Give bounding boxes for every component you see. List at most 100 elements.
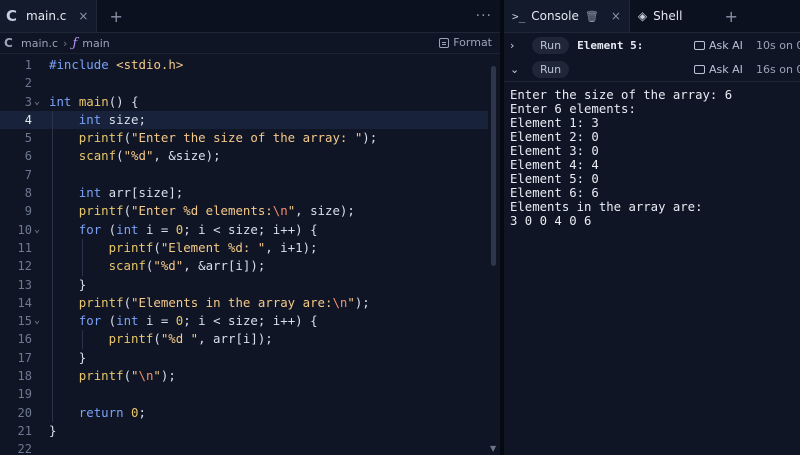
code-token: () {	[108, 93, 139, 109]
output-line: Element 4: 4	[510, 158, 599, 172]
code-line[interactable]: 11 printf("Element %d: ", i+1);	[0, 238, 488, 258]
breadcrumb-function[interactable]: main	[82, 37, 109, 50]
code-line[interactable]: 1 #include <stdio.h>	[0, 56, 488, 74]
breadcrumb-file[interactable]: main.c	[21, 37, 58, 50]
indent-guide	[52, 367, 53, 386]
scrollbar-thumb[interactable]	[491, 66, 496, 266]
tab-shell[interactable]: ◈ Shell	[630, 0, 691, 32]
add-tab-button[interactable]: +	[109, 7, 122, 26]
close-icon[interactable]: ×	[611, 9, 621, 23]
line-number: 18	[17, 369, 32, 384]
close-icon[interactable]: ×	[78, 9, 88, 23]
code-token: int	[49, 93, 79, 109]
code-token: int	[78, 185, 109, 201]
editor-scrollbar[interactable]: ▼	[488, 56, 500, 455]
code-token: "	[347, 294, 355, 310]
code-editor[interactable]: 1 #include <stdio.h> 2 3 ⌄ int main() {4 int s…	[0, 56, 488, 455]
breadcrumb-separator: ›	[63, 36, 68, 50]
indent-guide	[81, 330, 83, 349]
code-token: "Enter %d elements:	[131, 203, 273, 219]
fold-chevron-icon[interactable]: ⌄	[34, 93, 40, 111]
code-line[interactable]: 2	[0, 74, 488, 92]
code-token: int	[78, 111, 109, 127]
code-line[interactable]: 14 printf("Elements in the array are:\n")…	[0, 293, 488, 313]
code-token: printf	[78, 368, 124, 384]
code-line[interactable]: 20 return 0;	[0, 403, 488, 422]
code-line[interactable]: 17}	[0, 348, 488, 368]
code-line[interactable]: 15 ⌄ for (int i = 0; i < size; i++) {	[0, 312, 488, 331]
indent-guide	[52, 293, 53, 313]
format-button[interactable]: Format	[439, 36, 492, 49]
run-badge[interactable]: Run	[532, 60, 570, 78]
code-token: main	[78, 93, 109, 109]
code-text: printf("Element %d: ", i+1);	[109, 239, 318, 257]
indent-guide	[52, 348, 53, 368]
more-options-icon[interactable]: ···	[476, 8, 492, 24]
code-line[interactable]: 22	[0, 440, 488, 455]
code-token: arr[size];	[108, 185, 184, 201]
add-tab-button[interactable]: +	[724, 7, 737, 26]
chevron-down-icon[interactable]: ⌄	[510, 63, 524, 76]
code-text: }	[49, 422, 56, 440]
code-line[interactable]: 7	[0, 165, 488, 185]
fold-chevron-icon[interactable]: ⌄	[34, 221, 40, 239]
code-token: "%d "	[160, 331, 199, 347]
line-number: 7	[24, 167, 32, 182]
chevron-right-icon[interactable]: ›	[510, 39, 524, 52]
code-line[interactable]: 3 ⌄ int main() {	[0, 93, 488, 111]
code-line[interactable]: 5 printf("Enter the size of the array: ")…	[0, 129, 488, 148]
code-line[interactable]: 6 scanf("%d", &size);	[0, 147, 488, 166]
code-line[interactable]: 21}	[0, 422, 488, 440]
output-line: Element 3: 0	[510, 144, 599, 158]
tab-console[interactable]: >_ Console 🗑 ×	[504, 0, 630, 32]
code-token: return	[78, 404, 132, 420]
tab-main-c[interactable]: C main.c ×	[0, 0, 98, 32]
code-line[interactable]: 16 printf("%d ", arr[i]);	[0, 330, 488, 349]
code-line[interactable]: 19	[0, 385, 488, 404]
code-token: , arr[i]);	[198, 331, 273, 347]
line-number: 21	[17, 423, 32, 438]
format-icon	[439, 37, 450, 48]
code-text: #include <stdio.h>	[49, 56, 183, 74]
line-number: 5	[24, 131, 32, 146]
code-token: for	[78, 221, 109, 237]
code-token: (	[153, 239, 161, 255]
code-token: (	[123, 203, 132, 219]
code-line[interactable]: 4 int size;	[0, 110, 488, 130]
indent-guide	[52, 330, 53, 349]
ask-ai-button[interactable]: Ask AI	[694, 63, 743, 76]
code-line[interactable]: 12 scanf("%d", &arr[i]);	[0, 257, 488, 276]
run-entry[interactable]: › Run Element 5: Ask AI 10s on 01	[504, 33, 800, 57]
code-token: );	[354, 294, 370, 310]
code-token: \n	[332, 294, 348, 310]
code-line[interactable]: 9 printf("Enter %d elements:\n", size);	[0, 202, 488, 221]
line-number: 2	[24, 76, 32, 91]
code-token: (	[116, 148, 124, 164]
ask-ai-button[interactable]: Ask AI	[694, 39, 743, 52]
run-entry[interactable]: ⌄ Run Ask AI 16s on 01	[504, 57, 800, 82]
trash-icon[interactable]: 🗑	[585, 10, 599, 23]
code-text: printf("Elements in the array are:\n");	[79, 294, 370, 312]
code-line[interactable]: 8 int arr[size];	[0, 184, 488, 203]
code-token: size;	[108, 111, 146, 127]
code-line[interactable]: 18 printf("\n");	[0, 367, 488, 386]
code-line[interactable]: 13}	[0, 275, 488, 294]
line-number: 8	[24, 186, 32, 201]
tab-shell-label: Shell	[653, 9, 683, 23]
code-text: printf("%d ", arr[i]);	[109, 330, 273, 348]
line-number: 10	[17, 222, 32, 237]
code-token: );	[160, 368, 176, 384]
run-badge[interactable]: Run	[532, 36, 570, 54]
code-line[interactable]: 10 ⌄ for (int i = 0; i < size; i++) {	[0, 220, 488, 239]
code-token: scanf	[108, 258, 146, 274]
scroll-down-icon[interactable]: ▼	[490, 444, 496, 453]
line-number: 4	[24, 112, 32, 127]
ask-ai-label: Ask AI	[709, 62, 743, 76]
ask-ai-label: Ask AI	[709, 38, 743, 52]
fold-chevron-icon[interactable]: ⌄	[34, 312, 40, 330]
code-token: , &size);	[153, 148, 221, 164]
console-output[interactable]: Enter the size of the array: 6 Enter 6 el…	[510, 88, 732, 228]
code-token: (	[123, 294, 132, 310]
output-line: Enter 6 elements:	[510, 102, 636, 116]
output-line: Element 5: 0	[510, 172, 599, 186]
